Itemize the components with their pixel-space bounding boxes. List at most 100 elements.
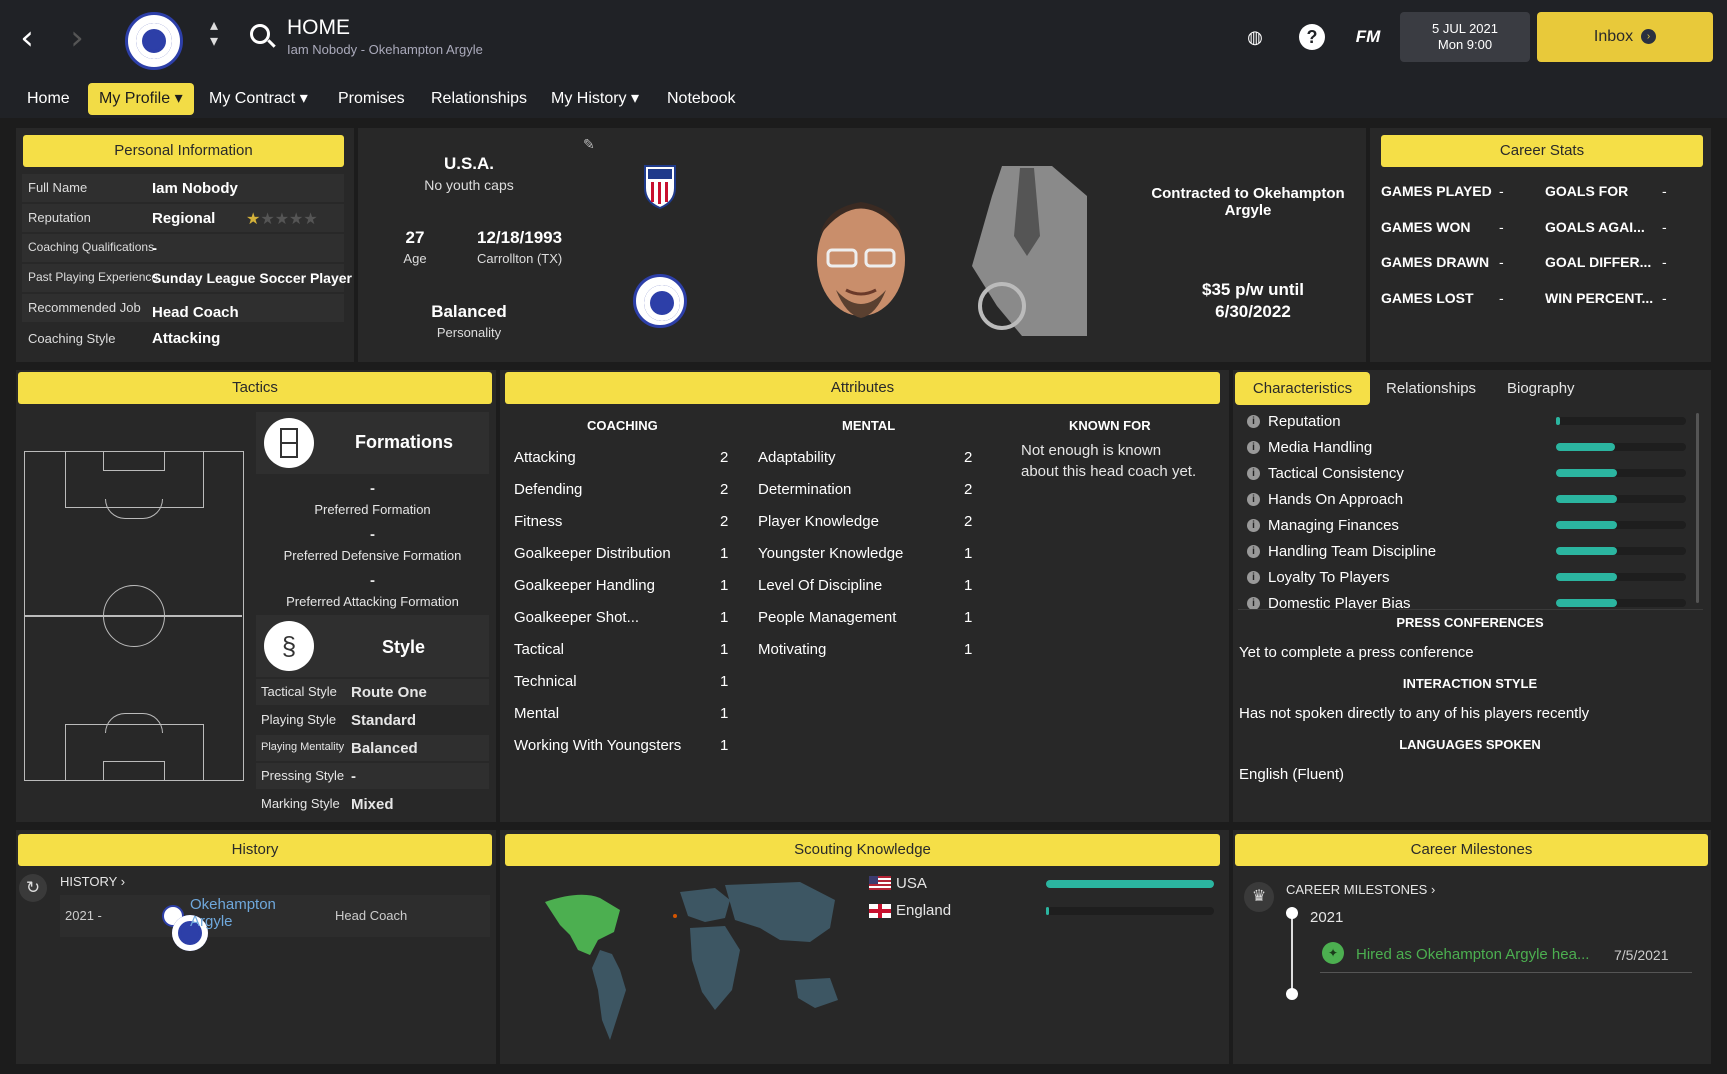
- edit-pencil-icon[interactable]: ✎: [583, 136, 595, 153]
- help-icon[interactable]: ?: [1299, 24, 1325, 50]
- info-icon[interactable]: i: [1247, 519, 1260, 532]
- char-loyalty-to-players-bar: [1556, 573, 1686, 581]
- attr-player-knowledge-value: 2: [964, 513, 973, 530]
- attr-youngster-knowledge[interactable]: Youngster Knowledge: [758, 545, 903, 562]
- search-icon[interactable]: [250, 24, 270, 44]
- attr-people-management[interactable]: People Management: [758, 609, 896, 626]
- history-link[interactable]: HISTORY ›: [60, 874, 125, 889]
- milestone-text[interactable]: Hired as Okehampton Argyle hea...: [1356, 946, 1589, 963]
- info-icon[interactable]: i: [1247, 441, 1260, 454]
- timeline-dot: [1286, 907, 1298, 919]
- char-domestic-player-bias-fill: [1556, 599, 1618, 607]
- attr-gk-handling[interactable]: Goalkeeper Handling: [514, 577, 655, 594]
- nav-my-contract[interactable]: My Contract ▾: [198, 83, 319, 115]
- char-managing-finances-fill: [1556, 521, 1618, 529]
- tab-relationships[interactable]: Relationships: [1386, 380, 1476, 397]
- tab-characteristics[interactable]: Characteristics: [1235, 372, 1370, 405]
- info-icon[interactable]: i: [1247, 597, 1260, 609]
- languages-heading: LANGUAGES SPOKEN: [1399, 737, 1541, 752]
- milestone-divider: [1320, 972, 1692, 973]
- attr-gk-shot-value: 1: [720, 609, 729, 626]
- nav-promises[interactable]: Promises: [327, 83, 416, 115]
- world-map[interactable]: [540, 880, 850, 1040]
- attr-gk-distribution[interactable]: Goalkeeper Distribution: [514, 545, 671, 562]
- history-club-line2: Argyle: [190, 913, 233, 930]
- attr-adaptability[interactable]: Adaptability: [758, 449, 836, 466]
- goal-difference-label: GOAL DIFFER...: [1545, 254, 1652, 270]
- personality-value: Balanced: [431, 302, 507, 321]
- info-icon[interactable]: i: [1247, 415, 1260, 428]
- attr-gk-shot[interactable]: Goalkeeper Shot...: [514, 609, 639, 626]
- history-club-link[interactable]: Okehampton Argyle: [190, 896, 276, 930]
- marking-style-label: Marking Style: [261, 796, 340, 811]
- attr-level-of-discipline-value: 1: [964, 577, 973, 594]
- attr-mental[interactable]: Mental: [514, 705, 559, 722]
- goals-for-label: GOALS FOR: [1545, 183, 1629, 199]
- playing-style-label: Playing Style: [261, 712, 337, 727]
- nav-relationships[interactable]: Relationships: [420, 83, 538, 115]
- recommended-job-label: Recommended Job: [28, 300, 141, 315]
- games-played-label: GAMES PLAYED: [1381, 183, 1492, 199]
- scouting-england-label[interactable]: England: [896, 902, 951, 919]
- past-experience-value: Sunday League Soccer Player: [152, 270, 352, 286]
- milestones-link[interactable]: CAREER MILESTONES ›: [1286, 882, 1435, 897]
- globe-icon[interactable]: ◍: [1242, 24, 1268, 50]
- date-button[interactable]: 5 JUL 2021 Mon 9:00: [1400, 12, 1530, 62]
- attr-defending[interactable]: Defending: [514, 481, 582, 498]
- games-lost-value: -: [1499, 290, 1504, 306]
- attr-attacking[interactable]: Attacking: [514, 449, 576, 466]
- games-drawn-value: -: [1499, 254, 1504, 270]
- attr-fitness-value: 2: [720, 513, 729, 530]
- back-arrow-icon[interactable]: ‹: [12, 20, 42, 56]
- coaching-heading: COACHING: [587, 418, 658, 433]
- nav-my-profile[interactable]: My Profile ▾: [88, 83, 194, 115]
- attr-level-of-discipline[interactable]: Level Of Discipline: [758, 577, 882, 594]
- attr-technical[interactable]: Technical: [514, 673, 577, 690]
- attr-fitness[interactable]: Fitness: [514, 513, 562, 530]
- refresh-icon[interactable]: ↻: [19, 874, 47, 902]
- attr-attacking-value: 2: [720, 449, 729, 466]
- goal-difference-value: -: [1662, 254, 1667, 270]
- games-won-label: GAMES WON: [1381, 219, 1471, 235]
- characteristics-scrollbar[interactable]: [1696, 413, 1699, 603]
- info-icon[interactable]: i: [1247, 493, 1260, 506]
- up-down-icon[interactable]: ▴ ▾: [210, 18, 218, 50]
- info-icon[interactable]: i: [1247, 467, 1260, 480]
- fm-logo-icon[interactable]: FM: [1350, 24, 1386, 50]
- coaching-qualifications-value: -: [152, 240, 157, 257]
- preferred-formation-label: Preferred Formation: [314, 502, 431, 517]
- scouting-usa-label[interactable]: USA: [896, 875, 927, 892]
- playing-style-value: Standard: [351, 712, 417, 729]
- attr-motivating[interactable]: Motivating: [758, 641, 826, 658]
- inbox-button[interactable]: Inbox ›: [1537, 12, 1713, 62]
- info-icon[interactable]: i: [1247, 571, 1260, 584]
- games-lost-label: GAMES LOST: [1381, 290, 1474, 306]
- club-badge-icon[interactable]: [125, 12, 183, 70]
- nav-notebook[interactable]: Notebook: [656, 83, 747, 115]
- tactical-style-label: Tactical Style: [261, 684, 337, 699]
- attr-gk-distribution-value: 1: [720, 545, 729, 562]
- attr-people-management-value: 1: [964, 609, 973, 626]
- tab-biography[interactable]: Biography: [1507, 380, 1575, 397]
- attr-determination[interactable]: Determination: [758, 481, 851, 498]
- attr-player-knowledge[interactable]: Player Knowledge: [758, 513, 879, 530]
- style-label: Style: [382, 637, 426, 657]
- info-icon[interactable]: i: [1247, 545, 1260, 558]
- nationality: U.S.A.: [443, 154, 495, 173]
- attr-working-with-youngsters[interactable]: Working With Youngsters: [514, 737, 681, 754]
- char-loyalty-to-players-fill: [1556, 573, 1618, 581]
- nav-home[interactable]: Home: [16, 83, 81, 115]
- nav-my-history[interactable]: My History ▾: [540, 83, 650, 115]
- playing-mentality-label: Playing Mentality: [261, 741, 345, 753]
- char-reputation: Reputation: [1268, 413, 1341, 430]
- career-stats-header: Career Stats: [1381, 135, 1703, 167]
- handshake-icon: ✦: [1322, 942, 1344, 964]
- marking-style-value: Mixed: [351, 796, 394, 813]
- usa-crest-icon: [644, 165, 676, 210]
- attr-tactical[interactable]: Tactical: [514, 641, 564, 658]
- coaching-qualifications-label: Coaching Qualifications: [28, 240, 155, 254]
- top-arc: [105, 499, 163, 519]
- interaction-style-text: Has not spoken directly to any of his pl…: [1239, 705, 1590, 722]
- forward-arrow-icon[interactable]: ›: [62, 20, 92, 56]
- nav-my-history-label: My History: [551, 90, 627, 107]
